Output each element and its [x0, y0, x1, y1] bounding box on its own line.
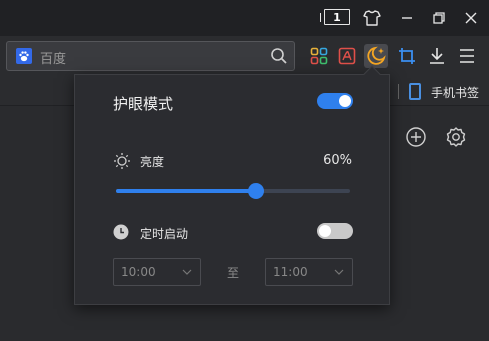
chevron-down-icon: [334, 269, 344, 275]
eye-mode-popup: 护眼模式 亮度 60% 定时启动 10:00 至 11:00: [74, 65, 390, 305]
minimize-icon[interactable]: [395, 6, 419, 30]
menu-icon[interactable]: [455, 44, 479, 68]
eye-mode-toggle[interactable]: [317, 93, 353, 109]
chevron-down-icon: [182, 269, 192, 275]
baidu-logo-icon: [16, 48, 32, 64]
gear-icon[interactable]: [445, 126, 467, 148]
timer-toggle[interactable]: [317, 223, 353, 239]
tab-count-button[interactable]: 1: [320, 9, 350, 25]
brightness-value: 60%: [323, 153, 352, 168]
bookmark-divider: [398, 84, 399, 99]
time-separator: 至: [227, 266, 240, 280]
timer-label: 定时启动: [140, 227, 189, 241]
toggle-knob: [339, 95, 351, 107]
toggle-knob: [319, 225, 331, 237]
eye-mode-moon-icon[interactable]: [364, 44, 388, 68]
end-time-select[interactable]: 11:00: [265, 258, 353, 286]
brightness-label: 亮度: [140, 155, 165, 169]
toolbar: 百度: [0, 36, 489, 76]
download-icon[interactable]: [425, 44, 449, 68]
apps-grid-icon[interactable]: [307, 44, 331, 68]
clock-icon: [113, 224, 129, 240]
add-icon[interactable]: [405, 126, 427, 148]
crop-icon[interactable]: [395, 44, 419, 68]
address-placeholder: 百度: [40, 52, 67, 67]
phone-bookmarks-link[interactable]: 手机书签: [431, 84, 479, 101]
pdf-icon[interactable]: [335, 44, 359, 68]
start-time-value: 10:00: [121, 265, 156, 279]
end-time-value: 11:00: [273, 265, 308, 279]
start-time-select[interactable]: 10:00: [113, 258, 201, 286]
slider-thumb[interactable]: [248, 183, 265, 199]
skin-icon[interactable]: [360, 6, 384, 30]
sun-icon: [113, 152, 131, 170]
close-icon[interactable]: [459, 6, 483, 30]
phone-icon[interactable]: [409, 83, 421, 100]
address-bar[interactable]: 百度: [6, 41, 295, 71]
eye-mode-title: 护眼模式: [113, 95, 174, 113]
slider-fill: [116, 189, 257, 193]
restore-icon[interactable]: [427, 6, 451, 30]
tab-count: 1: [333, 10, 341, 24]
brightness-slider[interactable]: [116, 183, 350, 199]
title-bar: 1: [0, 0, 489, 36]
search-icon[interactable]: [270, 47, 288, 65]
